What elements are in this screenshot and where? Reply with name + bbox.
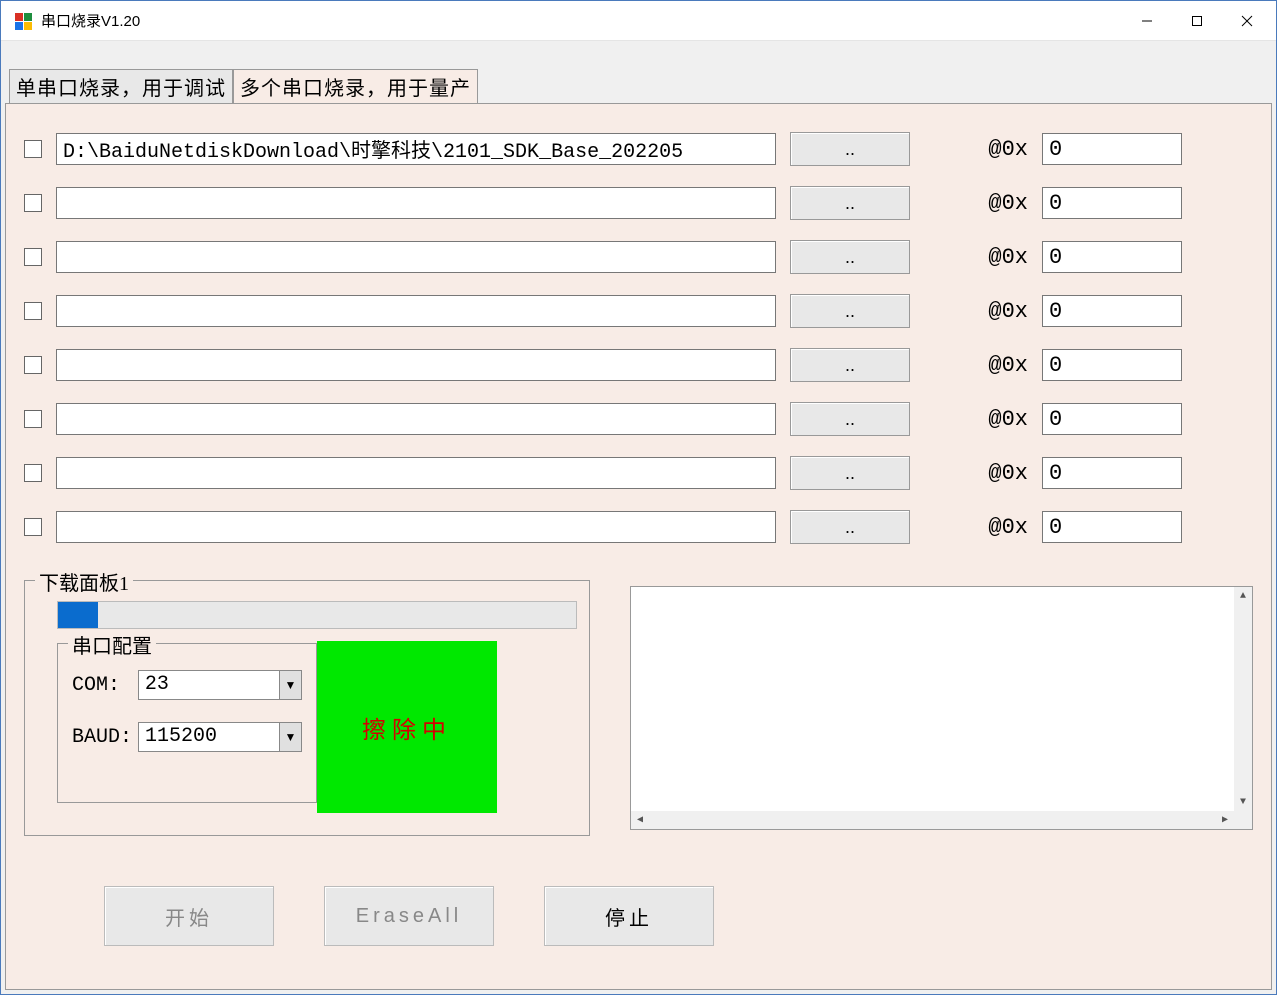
scroll-down-icon[interactable]: ▼ (1234, 793, 1252, 811)
file-row: .. @0x (24, 510, 1253, 544)
file-row: .. @0x (24, 240, 1253, 274)
scroll-right-icon[interactable]: ▶ (1216, 811, 1234, 829)
browse-button[interactable]: .. (790, 294, 910, 328)
baud-select[interactable]: 115200 ▼ (138, 722, 302, 752)
file-row-checkbox[interactable] (24, 302, 42, 320)
address-input[interactable] (1042, 511, 1182, 543)
browse-button[interactable]: .. (790, 348, 910, 382)
address-input[interactable] (1042, 295, 1182, 327)
browse-button[interactable]: .. (790, 456, 910, 490)
erase-all-button[interactable]: EraseAll (324, 886, 494, 946)
address-input[interactable] (1042, 241, 1182, 273)
file-row-checkbox[interactable] (24, 140, 42, 158)
status-indicator: 擦除中 (317, 641, 497, 813)
address-input[interactable] (1042, 349, 1182, 381)
file-row: .. @0x (24, 186, 1253, 220)
start-button[interactable]: 开始 (104, 886, 274, 946)
browse-button[interactable]: .. (790, 402, 910, 436)
address-prefix-label: @0x (968, 515, 1028, 540)
progress-fill (58, 602, 98, 628)
file-rows-container: .. @0x.. @0x.. @0x.. @0x.. @0x.. @0x.. @0x.. @0x (24, 132, 1253, 544)
scroll-left-icon[interactable]: ◀ (631, 811, 649, 829)
vertical-scrollbar[interactable]: ▲ ▼ (1234, 587, 1252, 811)
file-path-input[interactable] (56, 133, 776, 165)
file-row-checkbox[interactable] (24, 356, 42, 374)
browse-button[interactable]: .. (790, 240, 910, 274)
scroll-up-icon[interactable]: ▲ (1234, 587, 1252, 605)
baud-label: BAUD: (72, 726, 132, 749)
address-input[interactable] (1042, 133, 1182, 165)
address-prefix-label: @0x (968, 245, 1028, 270)
progress-bar (57, 601, 577, 629)
file-path-input[interactable] (56, 295, 776, 327)
address-prefix-label: @0x (968, 461, 1028, 486)
com-label: COM: (72, 674, 132, 697)
file-row-checkbox[interactable] (24, 410, 42, 428)
file-row-checkbox[interactable] (24, 518, 42, 536)
file-row: .. @0x (24, 348, 1253, 382)
address-input[interactable] (1042, 403, 1182, 435)
file-row: .. @0x (24, 402, 1253, 436)
file-row-checkbox[interactable] (24, 464, 42, 482)
address-prefix-label: @0x (968, 299, 1028, 324)
serial-config-group: 串口配置 COM: 23 ▼ BAUD: (57, 643, 317, 803)
action-buttons: 开始 EraseAll 停止 (104, 886, 1253, 946)
file-path-input[interactable] (56, 511, 776, 543)
address-input[interactable] (1042, 187, 1182, 219)
file-path-input[interactable] (56, 241, 776, 273)
app-window: 串口烧录V1.20 单串口烧录，用于调试 多个串口烧录，用于量产 .. @0x..… (0, 0, 1277, 995)
client-area: 单串口烧录，用于调试 多个串口烧录，用于量产 .. @0x.. @0x.. @0x..… (1, 41, 1276, 994)
chevron-down-icon[interactable]: ▼ (279, 723, 301, 751)
tab-multi-port[interactable]: 多个串口烧录，用于量产 (233, 69, 478, 104)
com-value: 23 (139, 671, 279, 699)
browse-button[interactable]: .. (790, 132, 910, 166)
chevron-down-icon[interactable]: ▼ (279, 671, 301, 699)
address-prefix-label: @0x (968, 353, 1028, 378)
file-path-input[interactable] (56, 187, 776, 219)
horizontal-scrollbar[interactable]: ◀ ▶ (631, 811, 1252, 829)
address-prefix-label: @0x (968, 137, 1028, 162)
address-prefix-label: @0x (968, 191, 1028, 216)
tab-page-multi: .. @0x.. @0x.. @0x.. @0x.. @0x.. @0x.. @0x.. @0x… (5, 103, 1272, 990)
com-select[interactable]: 23 ▼ (138, 670, 302, 700)
tabstrip: 单串口烧录，用于调试 多个串口烧录，用于量产 (9, 69, 1272, 104)
close-button[interactable] (1222, 1, 1272, 41)
minimize-button[interactable] (1122, 1, 1172, 41)
browse-button[interactable]: .. (790, 510, 910, 544)
address-input[interactable] (1042, 457, 1182, 489)
file-path-input[interactable] (56, 349, 776, 381)
log-textarea[interactable]: ▲ ▼ ◀ ▶ (630, 586, 1253, 830)
tab-single-port[interactable]: 单串口烧录，用于调试 (9, 69, 233, 104)
file-row: .. @0x (24, 294, 1253, 328)
file-row-checkbox[interactable] (24, 194, 42, 212)
baud-value: 115200 (139, 723, 279, 751)
file-row: .. @0x (24, 456, 1253, 490)
file-path-input[interactable] (56, 457, 776, 489)
file-row-checkbox[interactable] (24, 248, 42, 266)
app-icon (13, 11, 33, 31)
window-title: 串口烧录V1.20 (41, 10, 140, 31)
serial-config-legend: 串口配置 (68, 630, 156, 659)
file-path-input[interactable] (56, 403, 776, 435)
file-row: .. @0x (24, 132, 1253, 166)
maximize-button[interactable] (1172, 1, 1222, 41)
browse-button[interactable]: .. (790, 186, 910, 220)
download-panel-group: 下载面板1 串口配置 COM: 23 ▼ (24, 580, 590, 836)
titlebar: 串口烧录V1.20 (1, 1, 1276, 41)
stop-button[interactable]: 停止 (544, 886, 714, 946)
address-prefix-label: @0x (968, 407, 1028, 432)
download-panel-legend: 下载面板1 (35, 567, 133, 596)
lower-section: 下载面板1 串口配置 COM: 23 ▼ (24, 580, 1253, 836)
